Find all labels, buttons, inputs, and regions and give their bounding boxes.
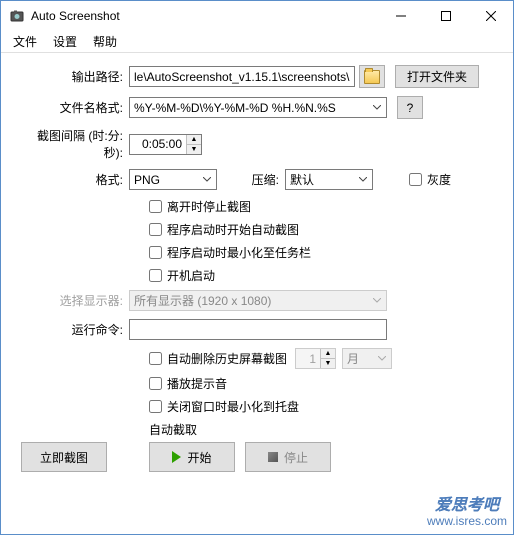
open-folder-button[interactable]: 打开文件夹: [395, 65, 479, 88]
spinner-buttons: ▲▼: [320, 349, 335, 368]
filename-format-label: 文件名格式:: [19, 99, 129, 116]
start-button[interactable]: 开始: [149, 442, 235, 472]
stop-button: 停止: [245, 442, 331, 472]
filename-help-button[interactable]: ?: [397, 96, 423, 119]
browse-folder-button[interactable]: [359, 65, 385, 88]
start-on-launch-label: 程序启动时开始自动截图: [167, 221, 299, 238]
history-unit-combo: 月: [342, 348, 392, 369]
select-display-label: 选择显示器:: [19, 292, 129, 309]
play-icon: [172, 451, 181, 463]
output-path-label: 输出路径:: [19, 68, 129, 85]
auto-capture-label: 自动截取: [149, 421, 495, 438]
select-display-value: 所有显示器 (1920 x 1080): [134, 292, 271, 309]
interval-spinner[interactable]: ▲▼: [129, 134, 202, 155]
minimize-to-tray-checkbox[interactable]: [149, 400, 162, 413]
interval-input[interactable]: [130, 135, 186, 154]
chevron-down-icon: [370, 298, 384, 303]
format-combo[interactable]: PNG: [129, 169, 217, 190]
compress-combo[interactable]: 默认: [285, 169, 373, 190]
folder-icon: [364, 70, 380, 84]
grayscale-checkbox[interactable]: [409, 173, 422, 186]
app-icon: [9, 8, 25, 24]
spinner-buttons[interactable]: ▲▼: [186, 135, 201, 154]
menubar: 文件 设置 帮助: [1, 31, 513, 53]
close-button[interactable]: [468, 1, 513, 31]
titlebar: Auto Screenshot: [1, 1, 513, 31]
interval-label: 截图间隔 (时:分:秒):: [19, 127, 129, 161]
history-count-input: [296, 349, 320, 368]
filename-format-value: %Y-%M-%D\%Y-%M-%D %H.%N.%S: [134, 101, 336, 115]
history-unit-value: 月: [347, 350, 359, 367]
window-title: Auto Screenshot: [31, 9, 378, 23]
window-controls: [378, 1, 513, 31]
watermark: 爱思考吧 www.isres.com: [427, 497, 507, 528]
chevron-down-icon: [370, 105, 384, 110]
maximize-button[interactable]: [423, 1, 468, 31]
auto-delete-checkbox[interactable]: [149, 352, 162, 365]
watermark-url: www.isres.com: [427, 515, 507, 528]
stop-on-leave-label: 离开时停止截图: [167, 198, 251, 215]
minimize-on-launch-label: 程序启动时最小化至任务栏: [167, 244, 311, 261]
minimize-button[interactable]: [378, 1, 423, 31]
auto-delete-label: 自动删除历史屏幕截图: [167, 350, 287, 367]
start-on-launch-checkbox[interactable]: [149, 223, 162, 236]
compress-label: 压缩:: [217, 171, 285, 188]
format-value: PNG: [134, 173, 160, 187]
grayscale-label: 灰度: [427, 171, 451, 188]
chevron-down-icon: [375, 356, 389, 361]
format-label: 格式:: [19, 171, 129, 188]
select-display-combo: 所有显示器 (1920 x 1080): [129, 290, 387, 311]
history-count-spinner: ▲▼: [295, 348, 336, 369]
run-command-input[interactable]: [129, 319, 387, 340]
screenshot-now-button[interactable]: 立即截图: [21, 442, 107, 472]
menu-file[interactable]: 文件: [5, 30, 45, 53]
stop-on-leave-checkbox[interactable]: [149, 200, 162, 213]
watermark-title: 爱思考吧: [427, 497, 507, 515]
filename-format-combo[interactable]: %Y-%M-%D\%Y-%M-%D %H.%N.%S: [129, 97, 387, 118]
chevron-down-icon: [356, 177, 370, 182]
play-sound-label: 播放提示音: [167, 375, 227, 392]
chevron-down-icon: [200, 177, 214, 182]
minimize-to-tray-label: 关闭窗口时最小化到托盘: [167, 398, 299, 415]
minimize-on-launch-checkbox[interactable]: [149, 246, 162, 259]
run-command-label: 运行命令:: [19, 321, 129, 338]
menu-settings[interactable]: 设置: [45, 30, 85, 53]
compress-value: 默认: [290, 171, 314, 188]
menu-help[interactable]: 帮助: [85, 30, 125, 53]
play-sound-checkbox[interactable]: [149, 377, 162, 390]
stop-icon: [268, 452, 278, 462]
start-with-os-checkbox[interactable]: [149, 269, 162, 282]
output-path-input[interactable]: [129, 66, 355, 87]
content: 输出路径: 打开文件夹 文件名格式: %Y-%M-%D\%Y-%M-%D %H.…: [1, 53, 513, 480]
start-with-os-label: 开机启动: [167, 267, 215, 284]
